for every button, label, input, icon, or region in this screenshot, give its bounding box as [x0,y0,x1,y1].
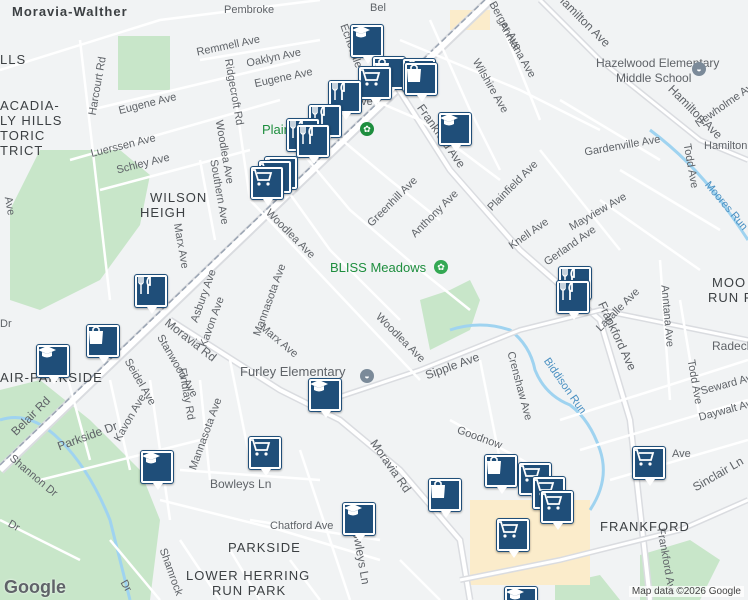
school-pin[interactable] [36,344,70,384]
school-icon [38,346,67,375]
area-label: MOO [712,275,747,290]
school-pin[interactable] [504,586,538,600]
school-icon [344,504,373,533]
park-area [420,280,480,350]
restaurant-pin[interactable] [134,274,168,314]
shopping-cart-pin[interactable] [632,446,666,486]
area-label: RUN P [708,290,748,305]
map-canvas[interactable]: Moravia-Walther LLS ACADIA- LY HILLS TOR… [0,0,748,600]
restaurant-pin[interactable] [556,280,590,320]
shopping-cart-icon [498,521,527,549]
area-label: ACADIA- [0,98,60,113]
park-icon[interactable]: ✿ [360,122,374,136]
restaurant-icon [559,282,587,311]
area-label: LOWER HERRING [186,568,311,583]
shopping-bag-icon [487,456,515,485]
poi-label-bliss-meadows[interactable]: BLISS Meadows [330,260,426,275]
school-icon [352,26,381,55]
school-pin[interactable] [438,112,472,152]
area-label: Moravia-Walther [12,4,128,19]
area-label: FRANKFORD [600,519,690,534]
shopping-bag-icon [431,480,459,509]
street-label: Hamilton Ave [704,140,748,152]
shopping-bag-icon [89,326,117,355]
shopping-bag-pin[interactable] [404,62,438,102]
school-icon [440,114,469,143]
moravia-rd [168,317,474,600]
school-label-hazelwood-middle[interactable]: Middle School [616,71,691,85]
shopping-cart-pin[interactable] [248,436,282,476]
area-label: PARKSIDE [228,540,301,555]
shopping-bag-pin[interactable] [428,478,462,518]
school-pin[interactable] [140,450,174,490]
street-label: Pembroke [224,4,275,16]
moravia-rd-center [168,318,472,600]
shopping-cart-icon [250,439,279,467]
street-label: Radecke [712,339,748,353]
street-label: Chatford Ave [270,520,334,532]
restaurant-icon [299,126,327,155]
map-attribution[interactable]: Map data ©2026 Google [628,586,744,597]
park-icon[interactable]: ✿ [434,260,448,274]
school-pin[interactable] [308,378,342,418]
shopping-bag-icon [407,64,435,93]
street-label: Dr [0,318,12,330]
shopping-cart-pin[interactable] [250,166,284,206]
school-poi-icon[interactable]: ◒ [360,369,374,383]
shopping-cart-icon [360,69,389,97]
area-label: RUN PARK [212,583,287,598]
shopping-bag-pin[interactable] [484,454,518,494]
shopping-cart-icon [252,169,281,197]
school-pin[interactable] [350,24,384,64]
restaurant-icon [137,276,165,305]
shopping-cart-pin[interactable] [496,518,530,558]
school-pin[interactable] [342,502,376,542]
shopping-cart-pin[interactable] [540,490,574,530]
area-label: HEIGH [140,205,187,220]
area-label: TORIC [0,128,46,143]
shopping-cart-icon [542,493,571,521]
school-icon [142,452,171,481]
park-area [118,36,170,90]
school-label-furley[interactable]: Furley Elementary [240,365,345,379]
restaurant-pin[interactable] [296,124,330,164]
google-logo: Google [4,577,66,597]
school-icon [506,588,535,600]
area-label: TRICT [0,143,44,158]
shopping-cart-pin[interactable] [358,66,392,106]
area-label: LLS [0,52,27,67]
street-label: Ave [672,448,691,460]
area-label: WILSON [150,190,208,205]
shopping-bag-pin[interactable] [86,324,120,364]
school-icon [310,380,339,409]
shopping-cart-icon [634,449,663,477]
area-label: LY HILLS [0,113,63,128]
street-label: Bowleys Ln [210,477,272,491]
street-label: Bel [370,2,386,14]
school-poi-icon[interactable]: ◒ [692,62,706,76]
park-area [10,150,150,310]
